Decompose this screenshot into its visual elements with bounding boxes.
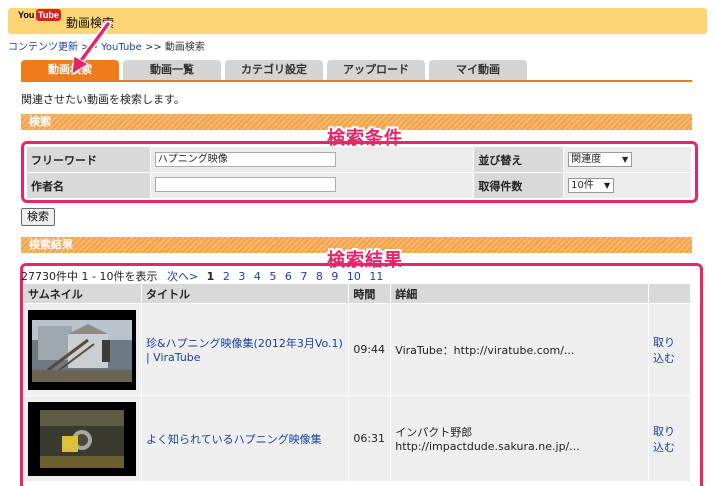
search-form: フリーワード ハプニング映像 並び替え 関連度 ▼ 作者名 取得件数 10件 ▼ (26, 146, 692, 199)
freeword-label: フリーワード (26, 146, 151, 173)
logo-tube-text: Tube (36, 9, 61, 21)
video-detail-line: ViraTube：http://viratube.com/... (395, 343, 575, 357)
pagination: 27730件中 1 - 10件を表示 次へ> 1 2 3 4 5 6 7 8 9… (21, 268, 388, 284)
video-duration: 09:44 (348, 303, 392, 396)
video-thumbnail (28, 309, 136, 390)
freeword-input[interactable]: ハプニング映像 (154, 152, 336, 167)
chevron-down-icon: ▼ (603, 181, 611, 190)
author-input[interactable] (154, 176, 336, 192)
tab-category-settings[interactable]: カテゴリ設定 (225, 60, 323, 80)
tab-upload[interactable]: アップロード (327, 60, 425, 80)
video-detail-line: インパクト野郎 (395, 426, 473, 439)
table-row: よく知られているハプニング映像集 06:31 インパクト野郎 http://im… (23, 395, 691, 482)
column-header: 時間 (348, 283, 392, 304)
result-count-label: 取得件数 (473, 172, 565, 199)
page-link[interactable]: 3 (238, 270, 245, 283)
video-thumbnail (28, 401, 136, 476)
video-detail: ViraTube：http://viratube.com/... (390, 303, 650, 396)
import-link[interactable]: 取り込む (653, 423, 679, 455)
result-summary: 27730件中 1 - 10件を表示 (21, 270, 158, 283)
search-button[interactable]: 検索 (21, 208, 55, 226)
video-detail-line: http://impactdude.sakura.ne.jp/... (395, 440, 580, 453)
page-link[interactable]: 10 (347, 270, 361, 283)
youtube-logo: You Tube (18, 9, 61, 32)
author-label: 作者名 (26, 172, 151, 199)
column-header: 詳細 (390, 283, 650, 304)
column-header (648, 283, 691, 304)
page-link[interactable]: 4 (254, 270, 261, 283)
pointer-arrow-icon (71, 20, 112, 75)
column-header: タイトル (140, 283, 350, 304)
intro-text: 関連させたい動画を検索します。 (21, 93, 185, 106)
page-link[interactable]: 6 (285, 270, 292, 283)
result-count-value: 10件 (571, 180, 594, 191)
page-link[interactable]: 8 (316, 270, 323, 283)
results-table: サムネイル タイトル 時間 詳細 珍&ハプニング映像集(2012年3月Vo.1)… (23, 283, 691, 482)
page-link[interactable]: 7 (300, 270, 307, 283)
video-title-link[interactable]: 珍&ハプニング映像集(2012年3月Vo.1) | ViraTube (146, 337, 343, 364)
sort-select[interactable]: 関連度 ▼ (568, 152, 633, 167)
tab-my-videos[interactable]: マイ動画 (429, 60, 527, 80)
table-header-row: サムネイル タイトル 時間 詳細 (23, 283, 691, 304)
video-detail: インパクト野郎 http://impactdude.sakura.ne.jp/.… (390, 395, 650, 482)
logo-you-text: You (18, 10, 35, 20)
video-duration: 06:31 (348, 395, 392, 482)
next-page-link[interactable]: 次へ> (167, 270, 198, 283)
tab-underline (21, 80, 692, 82)
page-link[interactable]: 5 (269, 270, 276, 283)
video-title-link[interactable]: よく知られているハプニング映像集 (146, 433, 322, 446)
sort-select-value: 関連度 (571, 154, 602, 165)
tab-video-list[interactable]: 動画一覧 (123, 60, 221, 80)
table-row: 珍&ハプニング映像集(2012年3月Vo.1) | ViraTube 09:44… (23, 303, 691, 396)
import-link[interactable]: 取り込む (653, 334, 679, 366)
result-count-select[interactable]: 10件 ▼ (568, 178, 615, 193)
page-link[interactable]: 9 (331, 270, 338, 283)
sort-label: 並び替え (473, 146, 565, 173)
page-link[interactable]: 2 (223, 270, 230, 283)
breadcrumb-separator: >> (141, 42, 165, 53)
current-page: 1 (206, 270, 215, 283)
page-link[interactable]: 11 (369, 270, 383, 283)
breadcrumb-current: 動画検索 (164, 42, 205, 53)
column-header: サムネイル (23, 283, 142, 304)
chevron-down-icon: ▼ (621, 155, 629, 164)
